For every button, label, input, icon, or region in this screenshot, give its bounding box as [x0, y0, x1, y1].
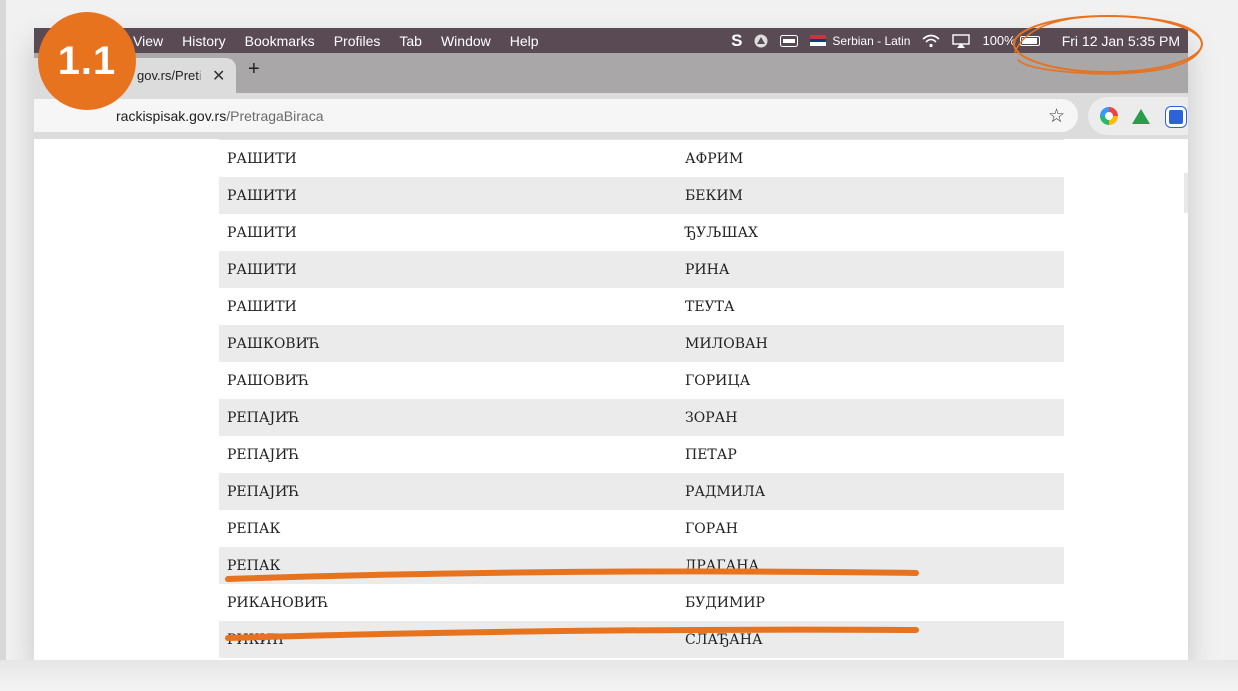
- table-row: РАШОВИЋ ГОРИЦА: [219, 362, 1064, 399]
- table-row: РАШИТИ ЂУЉШАХ: [219, 214, 1064, 251]
- table-row: РИКАНОВИЋ БУДИМИР: [219, 584, 1064, 621]
- first-name-cell: РИНА: [685, 261, 730, 278]
- close-tab-icon[interactable]: ✕: [212, 66, 225, 86]
- keyboard-icon[interactable]: [780, 34, 799, 47]
- first-name-cell: ПЕТАР: [685, 446, 737, 463]
- new-tab-button[interactable]: +: [248, 58, 260, 81]
- last-name-cell: РАШИТИ: [227, 187, 297, 204]
- last-name-cell: РАШИТИ: [227, 261, 297, 278]
- first-name-cell: БЕКИМ: [685, 187, 743, 204]
- color-picker-extension-icon[interactable]: [1100, 107, 1118, 125]
- last-name-cell: РАШОВИЋ: [227, 372, 310, 389]
- table-row: РАШИТИ ТЕУТА: [219, 288, 1064, 325]
- first-name-cell: ЂУЉШАХ: [685, 224, 759, 241]
- table-row: РЕПАК ГОРАН: [219, 510, 1064, 547]
- bookmark-star-icon[interactable]: ☆: [1048, 105, 1065, 128]
- input-language[interactable]: Serbian - Latin: [832, 34, 910, 48]
- battery-percent: 100%: [982, 33, 1016, 48]
- menu-profiles[interactable]: Profiles: [334, 33, 381, 49]
- menu-history[interactable]: History: [182, 33, 226, 49]
- table-row: РАШИТИ АФРИМ: [219, 140, 1064, 177]
- macos-menu-bar: View History Bookmarks Profiles Tab Wind…: [34, 28, 1188, 53]
- first-name-cell: ТЕУТА: [685, 298, 735, 315]
- last-name-cell: РЕПАЈИЋ: [227, 483, 300, 500]
- serbian-flag-icon[interactable]: [810, 35, 827, 47]
- first-name-cell: ГОРАН: [685, 520, 738, 537]
- last-name-cell: РЕПАК: [227, 520, 281, 537]
- table-row: РАШИТИ БЕКИМ: [219, 177, 1064, 214]
- browser-screenshot: View History Bookmarks Profiles Tab Wind…: [34, 28, 1188, 660]
- step-badge: 1.1: [38, 12, 136, 110]
- google-drive-extension-icon[interactable]: [1132, 109, 1150, 124]
- menu-tab[interactable]: Tab: [399, 33, 422, 49]
- status-area: S Serbian - Latin 100% Fri 12 Jan 5:35 P…: [731, 28, 1180, 53]
- background-edge: [0, 0, 6, 691]
- first-name-cell: МИЛОВАН: [685, 335, 768, 352]
- table-row: РАШКОВИЋ МИЛОВАН: [219, 325, 1064, 362]
- first-name-cell: БУДИМИР: [685, 594, 765, 611]
- last-name-cell: РИКИЋ: [227, 631, 284, 648]
- url-path: /PretragaBiraca: [226, 107, 324, 124]
- first-name-cell: ЗОРАН: [685, 409, 738, 426]
- extensions-area: [1088, 97, 1188, 135]
- wifi-icon[interactable]: [922, 34, 940, 48]
- airplay-icon[interactable]: [952, 33, 971, 48]
- last-name-cell: РЕПАК: [227, 557, 281, 574]
- page-content: РАШИТИ АФРИМ РАШИТИ БЕКИМ РАШИТИ ЂУЉШАХ РАШ…: [34, 139, 1188, 660]
- clock[interactable]: Fri 12 Jan 5:35 PM: [1062, 33, 1180, 49]
- table-row: РАШИТИ РИНА: [219, 251, 1064, 288]
- menu-help[interactable]: Help: [510, 33, 539, 49]
- tab-strip: gov.rs/Preti ✕ +: [34, 53, 1188, 93]
- table-row: РЕПАК ДРАГАНА: [219, 547, 1064, 584]
- last-name-cell: РАШИТИ: [227, 298, 297, 315]
- warning-icon[interactable]: [754, 34, 768, 48]
- browser-toolbar: rackispisak.gov.rs/PretragaBiraca ☆: [34, 93, 1188, 139]
- first-name-cell: СЛАЂАНА: [685, 631, 763, 648]
- first-name-cell: РАДМИЛА: [685, 483, 766, 500]
- last-name-cell: РАШИТИ: [227, 150, 297, 167]
- voter-table: РАШИТИ АФРИМ РАШИТИ БЕКИМ РАШИТИ ЂУЉШАХ РАШ…: [219, 139, 1064, 658]
- last-name-cell: РИКАНОВИЋ: [227, 594, 329, 611]
- first-name-cell: АФРИМ: [685, 150, 744, 167]
- address-bar[interactable]: rackispisak.gov.rs/PretragaBiraca ☆: [34, 99, 1078, 132]
- table-row: РЕПАЈИЋ ЗОРАН: [219, 399, 1064, 436]
- menu-view[interactable]: View: [133, 33, 163, 49]
- last-name-cell: РАШИТИ: [227, 224, 297, 241]
- last-name-cell: РЕПАЈИЋ: [227, 446, 300, 463]
- bottom-shadow: [0, 660, 1238, 691]
- skype-icon[interactable]: S: [731, 31, 742, 51]
- table-row: РЕПАЈИЋ ПЕТАР: [219, 436, 1064, 473]
- table-row: РИКИЋ СЛАЂАНА: [219, 621, 1064, 658]
- first-name-cell: ДРАГАНА: [685, 557, 760, 574]
- url-host: rackispisak.gov.rs: [116, 107, 227, 124]
- last-name-cell: РЕПАЈИЋ: [227, 409, 300, 426]
- table-row: РЕПАЈИЋ РАДМИЛА: [219, 473, 1064, 510]
- first-name-cell: ГОРИЦА: [685, 372, 751, 389]
- extension-icon[interactable]: [1166, 107, 1186, 127]
- battery-status[interactable]: 100%: [982, 33, 1040, 48]
- menu-window[interactable]: Window: [441, 33, 491, 49]
- menu-bookmarks[interactable]: Bookmarks: [245, 33, 315, 49]
- scroll-edge: [1184, 173, 1188, 213]
- battery-icon: [1019, 35, 1040, 46]
- last-name-cell: РАШКОВИЋ: [227, 335, 321, 352]
